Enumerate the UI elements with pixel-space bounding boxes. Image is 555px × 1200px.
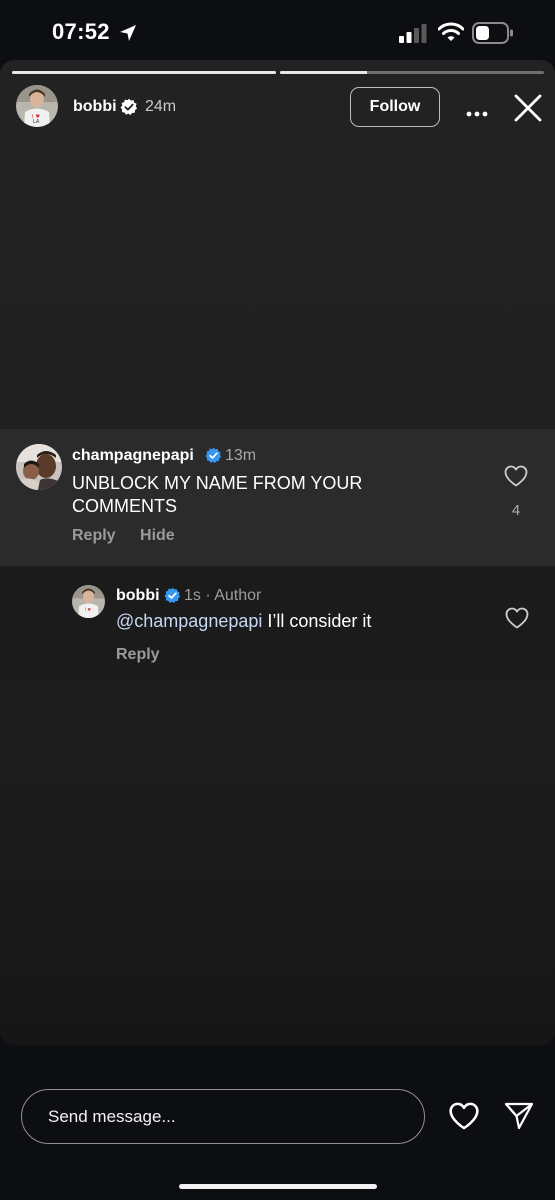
verified-badge-icon	[120, 98, 138, 121]
story-progress-fill-1	[12, 71, 276, 74]
screen: 07:52 I ♥ LA bobbi 24m Follow champagnep…	[0, 0, 555, 1200]
avatar[interactable]	[16, 444, 62, 490]
comment-text: UNBLOCK MY NAME FROM YOUR COMMENTS	[72, 473, 363, 516]
like-story-heart-icon[interactable]	[448, 1102, 480, 1135]
more-options-icon[interactable]	[466, 104, 488, 122]
svg-text:LA: LA	[33, 119, 40, 125]
heart-icon[interactable]	[505, 607, 529, 634]
reply-text: @champagnepapi I’ll consider it	[116, 611, 371, 632]
story-username[interactable]: bobbi	[73, 98, 117, 116]
location-arrow-icon	[119, 24, 137, 47]
avatar[interactable]: I ♥	[72, 585, 105, 618]
heart-icon[interactable]	[504, 465, 528, 492]
svg-text:♥: ♥	[87, 607, 91, 612]
reply-body: I’ll consider it	[262, 611, 372, 631]
reply-username[interactable]: bobbi	[116, 587, 160, 605]
verified-badge-icon	[205, 447, 222, 469]
like-count: 4	[511, 502, 521, 519]
hide-button[interactable]: Hide	[140, 527, 175, 544]
status-bar: 07:52	[0, 0, 555, 62]
comment-username[interactable]: champagnepapi	[72, 447, 194, 465]
reply-button[interactable]: Reply	[116, 646, 160, 664]
status-time: 07:52	[52, 19, 110, 44]
close-icon[interactable]	[513, 93, 543, 128]
battery-icon	[472, 22, 514, 49]
mention-link[interactable]: @champagnepapi	[116, 611, 262, 631]
verified-badge-icon	[164, 587, 181, 609]
avatar[interactable]: I ♥ LA	[16, 85, 58, 127]
story-progress-segment-1	[12, 71, 276, 74]
comment-actions: Reply Hide	[72, 527, 195, 545]
reply-meta: 1s · Author	[184, 587, 262, 604]
reply-button[interactable]: Reply	[72, 527, 116, 544]
send-message-input[interactable]: Send message...	[21, 1089, 425, 1144]
follow-button[interactable]: Follow	[350, 87, 440, 127]
story-header: I ♥ LA bobbi 24m Follow	[0, 80, 555, 136]
cellular-signal-icon	[399, 23, 427, 48]
reply-card: I ♥ bobbi 1s · Author @champagnepapi I’l…	[0, 566, 555, 678]
svg-text:I: I	[85, 607, 86, 612]
send-icon[interactable]	[504, 1102, 534, 1135]
home-indicator[interactable]	[179, 1184, 377, 1189]
story-timestamp: 24m	[145, 98, 177, 115]
comment-card: champagnepapi 13m UNBLOCK MY NAME FROM Y…	[0, 429, 555, 566]
comment-timestamp: 13m	[225, 447, 257, 464]
wifi-icon	[437, 22, 465, 47]
story-progress-fill-2	[280, 71, 368, 74]
story-progress-segment-2	[280, 71, 544, 74]
